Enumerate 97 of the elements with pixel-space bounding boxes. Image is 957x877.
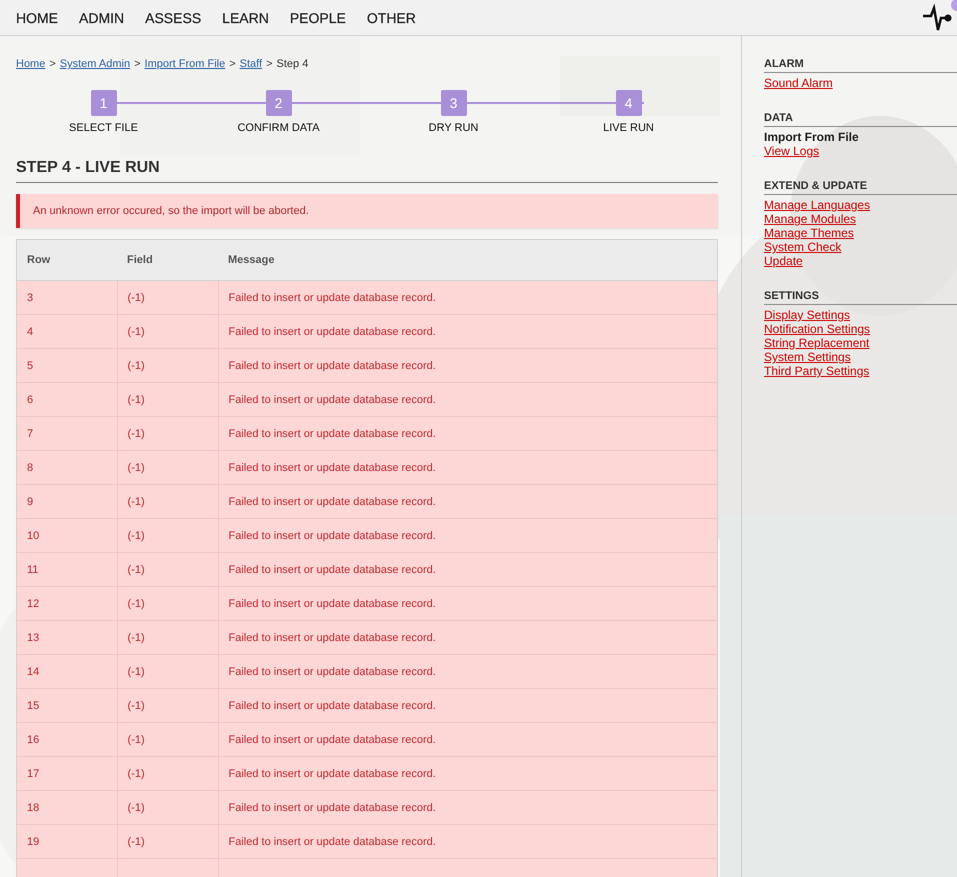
sidebar-link[interactable]: View Logs (764, 144, 820, 158)
table-cell: 13 (16, 620, 117, 654)
breadcrumb-link[interactable]: System Admin (60, 58, 130, 70)
column-header: Field (117, 240, 218, 280)
table-cell: Failed to insert or update database record. (218, 382, 718, 416)
table-cell: 15 (16, 688, 117, 722)
sidebar-link[interactable]: Notification Settings (764, 322, 870, 336)
table-cell: 3 (16, 280, 117, 314)
table-cell: (-1) (117, 518, 218, 552)
nav-link[interactable]: ASSESS (145, 10, 202, 26)
table-cell: 14 (16, 654, 117, 688)
sidebar-link[interactable]: System Settings (764, 350, 851, 364)
step-number: 1 (90, 90, 116, 116)
table-cell: Failed to insert or update database record. (218, 348, 718, 382)
table-cell: 7 (16, 416, 117, 450)
nav-link[interactable]: PEOPLE (290, 10, 346, 26)
table-cell: 12 (16, 586, 117, 620)
table-cell: (-1) (117, 654, 218, 688)
table-cell: Failed to insert or update database record. (218, 688, 718, 722)
step-number: 3 (440, 90, 466, 116)
sidebar-link[interactable]: Third Party Settings (764, 364, 870, 378)
breadcrumb-current: Step 4 (276, 58, 308, 70)
table-cell: Failed to insert or update database record. (218, 722, 718, 756)
sidebar-link[interactable]: System Check (764, 240, 842, 254)
sidebar-link[interactable]: Manage Themes (764, 226, 854, 240)
table-cell: Failed to insert or update database record. (218, 586, 718, 620)
table-cell: Failed to insert or update database record. (218, 416, 718, 450)
table-cell: Failed to insert or update database record. (218, 450, 718, 484)
table-cell: (-1) (117, 552, 218, 586)
table-cell: 19 (16, 824, 117, 858)
sidebar-link[interactable]: Manage Languages (764, 198, 870, 212)
sidebar-heading: EXTEND & UPDATE (764, 180, 957, 195)
table-cell: 18 (16, 790, 117, 824)
sidebar-link[interactable]: Manage Modules (764, 212, 856, 226)
table-cell: (-1) (117, 824, 218, 858)
table-cell: Failed to insert or update database record. (218, 620, 718, 654)
step-number: 4 (616, 90, 642, 116)
step-label: LIVE RUN (603, 122, 654, 134)
sidebar-heading: ALARM (764, 58, 957, 73)
breadcrumb-link[interactable]: Import From File (144, 58, 226, 70)
column-header: Message (218, 240, 718, 280)
nav-link[interactable]: HOME (16, 10, 58, 26)
table-cell: (-1) (117, 790, 218, 824)
table-cell: Failed to insert or update database record. (218, 824, 718, 858)
table-cell: 5 (16, 348, 117, 382)
breadcrumb-separator: > (49, 58, 56, 70)
table-cell: (-1) (117, 688, 218, 722)
table-cell: Failed to insert or update database record. (218, 280, 718, 314)
table-cell: Failed to insert or update database record. (218, 756, 718, 790)
table-cell: 10 (16, 518, 117, 552)
table-cell: (-1) (117, 450, 218, 484)
table-cell: (-1) (117, 416, 218, 450)
breadcrumb-separator: > (266, 58, 273, 70)
breadcrumb-link[interactable]: Staff (240, 58, 262, 70)
table-cell: 17 (16, 756, 117, 790)
table-cell: Failed to insert or update database record. (218, 654, 718, 688)
table-cell: 4 (16, 314, 117, 348)
step-label: DRY RUN (428, 122, 478, 134)
table-cell: 16 (16, 722, 117, 756)
sidebar-link[interactable]: Update (764, 254, 803, 268)
table-cell: (-1) (117, 484, 218, 518)
breadcrumb-separator: > (134, 58, 141, 70)
page-heading: STEP 4 - LIVE RUN (16, 159, 718, 183)
step-label: CONFIRM DATA (237, 122, 320, 134)
table-cell: (-1) (117, 722, 218, 756)
table-cell: (-1) (117, 314, 218, 348)
table-cell: (-1) (117, 382, 218, 416)
column-header: Row (16, 240, 117, 280)
sidebar-current-item[interactable]: Import From File (764, 130, 859, 144)
breadcrumb-separator: > (229, 58, 236, 70)
breadcrumb-link[interactable]: Home (16, 58, 46, 70)
table-cell: Failed to insert or update database record. (218, 552, 718, 586)
table-cell: (-1) (117, 620, 218, 654)
heartbeat-icon[interactable] (921, 0, 957, 32)
table-cell: (-1) (117, 586, 218, 620)
nav-link[interactable]: ADMIN (79, 10, 124, 26)
sidebar-link[interactable]: String Replacement (764, 336, 870, 350)
sidebar-link[interactable]: Sound Alarm (764, 76, 833, 90)
sidebar-heading: SETTINGS (764, 290, 957, 305)
step-number: 2 (266, 90, 292, 116)
table-cell: 8 (16, 450, 117, 484)
table-cell: 11 (16, 552, 117, 586)
table-cell: 6 (16, 382, 117, 416)
table-cell: (-1) (117, 280, 218, 314)
table-cell: Failed to insert or update database record. (218, 314, 718, 348)
nav-link[interactable]: OTHER (366, 10, 416, 26)
table-cell: (-1) (117, 756, 218, 790)
sidebar-link[interactable]: Display Settings (764, 308, 850, 322)
table-cell: (-1) (117, 348, 218, 382)
table-cell: 9 (16, 484, 117, 518)
error-alert: An unknown error occured, so the import will be aborted. (16, 194, 718, 228)
table-cell: Failed to insert or update database record. (218, 790, 718, 824)
table-cell: Failed to insert or update database record. (218, 518, 718, 552)
nav-link[interactable]: LEARN (222, 10, 269, 26)
step-label: SELECT FILE (69, 122, 138, 134)
table-cell: Failed to insert or update database record. (218, 484, 718, 518)
sidebar-heading: DATA (764, 112, 957, 127)
